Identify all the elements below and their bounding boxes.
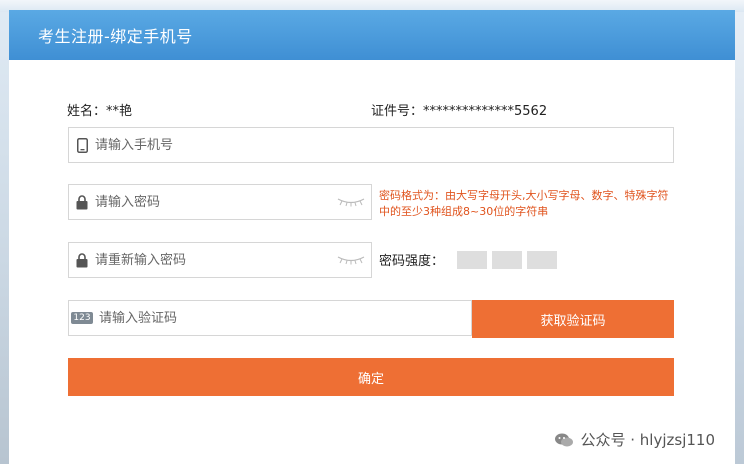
name-value: **艳	[106, 104, 133, 119]
password-strength: 密码强度：	[379, 250, 558, 269]
id-row: 证件号：**************5562	[371, 100, 547, 119]
register-panel: 考生注册-绑定手机号 姓名：**艳 证件号：**************5562…	[9, 10, 735, 464]
panel-header: 考生注册-绑定手机号	[9, 10, 735, 60]
password-field	[68, 184, 372, 220]
watermark-text: 公众号 · hlyjzsj110	[580, 431, 715, 449]
code-badge: 123	[71, 312, 93, 324]
code-input[interactable]	[95, 301, 471, 335]
password-input[interactable]	[95, 185, 331, 219]
background-right	[734, 12, 744, 464]
watermark: 公众号 · hlyjzsj110	[554, 429, 715, 450]
password-confirm-field	[68, 242, 372, 278]
id-value: **************5562	[423, 104, 548, 119]
name-row: 姓名：**艳	[67, 100, 132, 119]
password-format-tip: 密码格式为：由大写字母开头,大小写字母、数字、特殊字符中的至少3种组成8~30位…	[379, 189, 669, 218]
wechat-icon	[554, 432, 574, 448]
strength-bar	[527, 250, 558, 269]
phone-icon	[69, 137, 95, 153]
get-code-button[interactable]: 获取验证码	[472, 300, 674, 338]
phone-input[interactable]	[95, 128, 673, 162]
name-label: 姓名：	[67, 104, 107, 119]
lock-icon	[69, 194, 95, 210]
id-label: 证件号：	[371, 104, 424, 119]
lock-icon	[69, 252, 95, 268]
password-confirm-input[interactable]	[95, 243, 331, 277]
page-title: 考生注册-绑定手机号	[38, 27, 193, 46]
phone-field	[68, 127, 674, 163]
eye-closed-icon[interactable]	[331, 197, 371, 207]
strength-bars	[452, 250, 558, 269]
confirm-button[interactable]: 确定	[68, 358, 674, 396]
code-123-icon: 123	[69, 312, 95, 324]
strength-label: 密码强度：	[379, 254, 445, 269]
strength-bar	[492, 250, 523, 269]
eye-closed-icon[interactable]	[331, 255, 371, 265]
strength-bar	[457, 250, 488, 269]
code-field: 123	[68, 300, 472, 336]
